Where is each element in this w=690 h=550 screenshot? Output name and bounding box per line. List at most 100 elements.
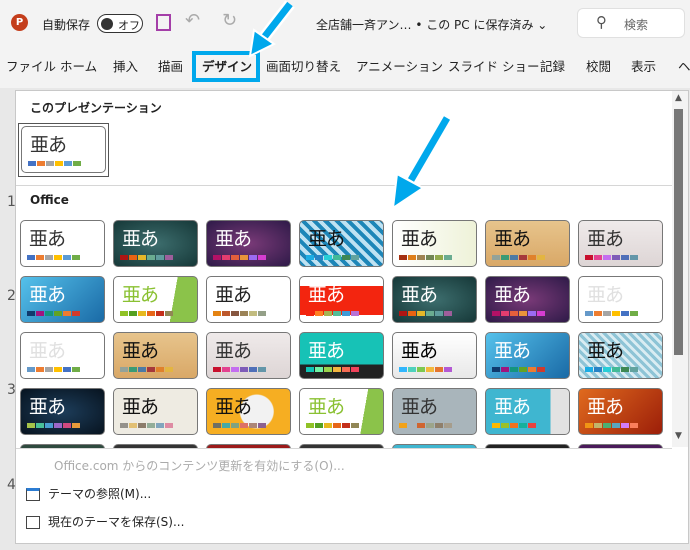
tab-2[interactable]: 挿入	[113, 56, 138, 75]
color-swatches	[585, 311, 638, 316]
swatch	[315, 311, 323, 316]
theme-thumbnail[interactable]: 亜あ	[113, 332, 198, 379]
theme-thumbnail[interactable]: 亜あ	[392, 332, 477, 379]
swatch	[510, 255, 518, 260]
swatch	[519, 367, 527, 372]
color-swatches	[306, 423, 359, 428]
swatch	[612, 255, 620, 260]
swatch	[306, 367, 314, 372]
theme-sample-text: 亜あ	[494, 228, 531, 250]
save-icon[interactable]	[156, 14, 171, 31]
theme-thumbnail[interactable]: 亜あ	[299, 332, 384, 379]
theme-thumbnail[interactable]: 亜あ	[578, 276, 663, 323]
swatch	[120, 423, 128, 428]
swatch	[408, 255, 416, 260]
theme-thumbnail[interactable]: 亜あ	[20, 220, 105, 267]
swatch	[258, 367, 266, 372]
theme-thumbnail[interactable]: 亜あ	[578, 220, 663, 267]
swatch	[147, 367, 155, 372]
swatch	[138, 255, 146, 260]
theme-thumbnail[interactable]: 亜あ	[20, 388, 105, 435]
tab-1[interactable]: ホーム	[60, 56, 97, 75]
tab-11[interactable]: ヘ	[678, 56, 690, 75]
search-box[interactable]: ⚲ 検索	[577, 8, 685, 38]
tab-10[interactable]: 表示	[631, 56, 656, 75]
current-theme-thumbnail[interactable]: 亜あ	[21, 126, 106, 173]
swatch	[72, 311, 80, 316]
theme-thumbnail[interactable]: 亜あ	[299, 220, 384, 267]
toggle-knob	[101, 18, 113, 30]
theme-thumbnail[interactable]: 亜あ	[578, 388, 663, 435]
swatch	[501, 367, 509, 372]
swatch	[594, 367, 602, 372]
theme-thumbnail[interactable]: 亜あ	[206, 388, 291, 435]
tab-0[interactable]: ファイル	[6, 56, 56, 75]
theme-sample-text: 亜あ	[30, 134, 67, 156]
swatch	[27, 311, 35, 316]
swatch	[231, 367, 239, 372]
tab-7[interactable]: スライド ショー	[448, 56, 539, 75]
swatch	[603, 423, 611, 428]
theme-thumbnail[interactable]: 亜あ	[485, 332, 570, 379]
theme-sample-text: 亜あ	[401, 284, 438, 306]
swatch	[28, 161, 36, 166]
theme-thumbnail[interactable]: 亜あ	[113, 388, 198, 435]
save-theme-item[interactable]: 現在のテーマを保存(S)...	[26, 513, 184, 530]
theme-thumbnail[interactable]: 亜あ	[299, 388, 384, 435]
swatch	[444, 423, 452, 428]
theme-thumbnail[interactable]: 亜あ	[20, 276, 105, 323]
swatch	[213, 367, 221, 372]
swatch	[342, 367, 350, 372]
swatch	[147, 423, 155, 428]
theme-thumbnail[interactable]: 亜あ	[485, 220, 570, 267]
tab-5[interactable]: 画面切り替え	[266, 56, 341, 75]
theme-sample-text: 亜あ	[122, 228, 159, 250]
theme-thumbnail[interactable]: 亜あ	[578, 332, 663, 379]
scroll-up-icon[interactable]: ▲	[675, 93, 682, 103]
swatch	[528, 423, 536, 428]
theme-thumbnail[interactable]: 亜あ	[485, 388, 570, 435]
theme-thumbnail[interactable]: 亜あ	[485, 276, 570, 323]
document-title[interactable]: 全店舗一斉アン… • この PC に保存済み ⌄	[316, 16, 547, 33]
theme-thumbnail[interactable]: 亜あ	[392, 276, 477, 323]
theme-sample-text: 亜あ	[215, 284, 252, 306]
swatch	[399, 255, 407, 260]
tab-8[interactable]: 記録	[540, 56, 565, 75]
undo-icon[interactable]: ↶	[185, 10, 200, 31]
color-swatches	[585, 367, 638, 372]
theme-thumbnail[interactable]: 亜あ	[206, 276, 291, 323]
swatch	[120, 255, 128, 260]
browse-themes-item[interactable]: テーマの参照(M)...	[26, 485, 151, 502]
theme-thumbnail[interactable]: 亜あ	[392, 220, 477, 267]
theme-thumbnail[interactable]: 亜あ	[206, 332, 291, 379]
swatch	[258, 311, 266, 316]
redo-icon[interactable]: ↻	[222, 10, 237, 31]
browse-theme-icon	[26, 488, 40, 501]
tab-9[interactable]: 校閲	[586, 56, 611, 75]
swatch	[501, 255, 509, 260]
swatch	[324, 423, 332, 428]
theme-sample-text: 亜あ	[308, 284, 345, 306]
swatch	[147, 311, 155, 316]
theme-thumbnail[interactable]: 亜あ	[299, 276, 384, 323]
theme-thumbnail[interactable]: 亜あ	[113, 276, 198, 323]
theme-thumbnail[interactable]: 亜あ	[206, 220, 291, 267]
swatch	[621, 311, 629, 316]
tab-6[interactable]: アニメーション	[356, 56, 443, 75]
theme-sample-text: 亜あ	[215, 396, 252, 418]
swatch	[501, 311, 509, 316]
autosave-toggle[interactable]: オフ	[97, 14, 143, 33]
gallery-scrollbar[interactable]: ▲ ▼	[672, 91, 688, 447]
swatch	[528, 255, 536, 260]
scroll-down-icon[interactable]: ▼	[675, 431, 682, 441]
theme-thumbnail[interactable]: 亜あ	[392, 388, 477, 435]
swatch	[519, 255, 527, 260]
theme-thumbnail[interactable]: 亜あ	[113, 220, 198, 267]
scrollbar-thumb[interactable]	[674, 109, 683, 355]
tab-3[interactable]: 描画	[158, 56, 183, 75]
swatch	[27, 367, 35, 372]
swatch	[621, 423, 629, 428]
swatch	[435, 423, 443, 428]
theme-sample-text: 亜あ	[215, 340, 252, 362]
theme-thumbnail[interactable]: 亜あ	[20, 332, 105, 379]
